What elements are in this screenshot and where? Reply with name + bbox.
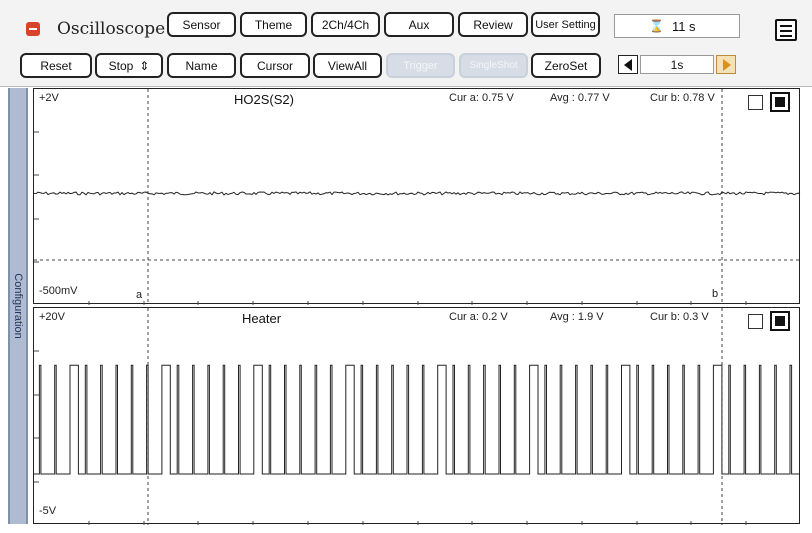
trigger-button[interactable]: Trigger <box>386 53 455 78</box>
configuration-tab[interactable]: Configuration <box>8 88 28 524</box>
cursor-b-marker[interactable]: b <box>712 288 718 300</box>
channel1-grid <box>34 89 801 305</box>
channel1-checkbox[interactable] <box>748 95 763 110</box>
channel1-maximize-icon[interactable] <box>770 92 790 112</box>
channels-button[interactable]: 2Ch/4Ch <box>311 12 380 37</box>
configuration-label: Configuration <box>12 273 24 339</box>
channel2-grid <box>147 308 723 525</box>
user-setting-button[interactable]: User Setting <box>531 12 600 37</box>
channel2-title: Heater <box>242 311 282 326</box>
channel1-top-scale: +2V <box>39 92 59 104</box>
menu-icon[interactable] <box>775 19 797 41</box>
app-title: Oscilloscope <box>57 19 166 39</box>
stop-button[interactable]: Stop ⇕ <box>95 53 163 78</box>
theme-button[interactable]: Theme <box>240 12 307 37</box>
channel1-plot <box>34 89 801 305</box>
record-time-display: ⌛ 11 s <box>614 14 740 38</box>
channel1-title: HO2S(S2) <box>234 92 294 107</box>
review-button[interactable]: Review <box>458 12 528 37</box>
app-menu-icon[interactable] <box>26 22 40 36</box>
stop-label: Stop <box>108 58 134 73</box>
channel2-checkbox[interactable] <box>748 314 763 329</box>
channel1-bottom-scale: -500mV <box>39 285 78 297</box>
name-button[interactable]: Name <box>167 53 236 78</box>
hourglass-icon: ⌛ <box>649 19 664 33</box>
cursor-a-marker[interactable]: a <box>136 289 142 301</box>
channel2-cur-a: Cur a: 0.2 V <box>449 311 508 323</box>
channel2-panel[interactable]: +20V Heater Cur a: 0.2 V Avg : 1.9 V Cur… <box>33 307 800 525</box>
channel2-avg: Avg : 1.9 V <box>550 311 604 323</box>
channel2-cur-b: Cur b: 0.3 V <box>650 311 709 323</box>
timebase-decrease-icon[interactable] <box>618 55 638 74</box>
timebase-value: 1s <box>640 55 714 74</box>
channel2-bottom-scale: -5V <box>39 505 57 517</box>
single-shot-button[interactable]: SingleShot <box>459 53 528 78</box>
channel1-cur-b: Cur b: 0.78 V <box>650 92 715 104</box>
timebase-increase-icon[interactable] <box>716 55 736 74</box>
channel2-maximize-icon[interactable] <box>770 311 790 331</box>
channel2-plot <box>34 308 800 525</box>
reset-button[interactable]: Reset <box>20 53 92 78</box>
stop-arrows-icon: ⇕ <box>139 58 150 73</box>
cursor-button[interactable]: Cursor <box>240 53 310 78</box>
channel1-avg: Avg : 0.77 V <box>550 92 610 104</box>
aux-button[interactable]: Aux <box>384 12 454 37</box>
view-all-button[interactable]: ViewAll <box>313 53 382 78</box>
channel2-top-scale: +20V <box>39 311 65 323</box>
channel1-cur-a: Cur a: 0.75 V <box>449 92 514 104</box>
channel1-trace <box>34 191 801 196</box>
top-toolbar: Oscilloscope Sensor Theme 2Ch/4Ch Aux Re… <box>0 0 812 46</box>
record-time-value: 11 s <box>671 18 696 34</box>
sensor-button[interactable]: Sensor <box>167 12 236 37</box>
zero-set-button[interactable]: ZeroSet <box>531 53 601 78</box>
control-toolbar: Reset Stop ⇕ Name Cursor ViewAll Trigger… <box>0 46 812 87</box>
channel2-trace <box>34 364 800 475</box>
channel1-panel[interactable]: +2V HO2S(S2) Cur a: 0.75 V Avg : 0.77 V … <box>33 88 801 305</box>
